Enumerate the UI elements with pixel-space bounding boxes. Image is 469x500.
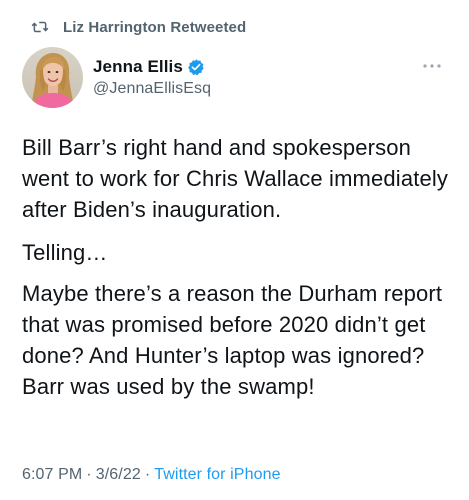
tweet-text: Bill Barr’s right hand and spokesperson …: [22, 132, 462, 414]
retweet-context[interactable]: Liz Harrington Retweeted: [31, 16, 246, 38]
tweet-time[interactable]: 6:07 PM: [22, 466, 82, 484]
retweet-label[interactable]: Liz Harrington Retweeted: [63, 19, 246, 36]
tweet-paragraph: Bill Barr’s right hand and spokesperson …: [22, 135, 449, 222]
tweet-paragraph: Telling…: [22, 240, 108, 265]
tweet-metadata: 6:07 PM · 3/6/22 · Twitter for iPhone: [22, 466, 281, 484]
avatar-image: [22, 47, 83, 108]
tweet-source-link[interactable]: Twitter for iPhone: [154, 466, 280, 484]
retweet-icon: [31, 21, 49, 33]
meta-separator: ·: [86, 466, 92, 483]
meta-separator: ·: [144, 466, 151, 483]
more-options-icon[interactable]: [422, 62, 442, 70]
tweet-paragraph: Maybe there’s a reason the Durham report…: [22, 281, 443, 399]
avatar[interactable]: [22, 47, 83, 108]
tweet-author[interactable]: Jenna Ellis @JennaEllisEsq: [93, 56, 211, 98]
verified-badge-icon: [188, 59, 204, 76]
author-handle[interactable]: @JennaEllisEsq: [93, 80, 211, 98]
author-display-name[interactable]: Jenna Ellis: [93, 57, 183, 77]
tweet-date[interactable]: 3/6/22: [96, 466, 141, 484]
